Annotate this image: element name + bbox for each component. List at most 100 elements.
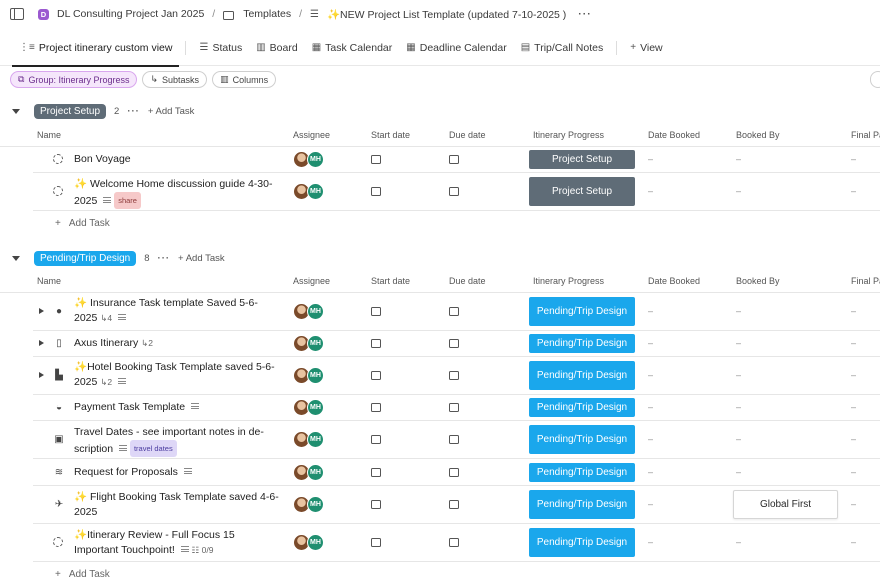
col-final-payment[interactable]: Final Pa xyxy=(851,276,880,286)
circle-status-icon[interactable] xyxy=(53,537,63,547)
start-date-icon[interactable] xyxy=(371,187,381,196)
booked-by-value[interactable]: Global First xyxy=(733,490,838,519)
date-booked-value[interactable]: – xyxy=(648,499,653,509)
assignee-avatars[interactable]: MH xyxy=(293,151,327,168)
start-date-icon[interactable] xyxy=(371,538,381,547)
tag-travel-dates[interactable]: travel dates xyxy=(129,440,177,457)
expand-caret-icon[interactable] xyxy=(39,340,44,346)
add-task-row[interactable]: + Add Task xyxy=(55,218,110,229)
handshake-icon[interactable]: ≋ xyxy=(53,466,65,478)
booked-by-value[interactable]: – xyxy=(736,402,741,412)
assignee-avatars[interactable]: MH xyxy=(293,183,327,200)
final-payment-value[interactable]: – xyxy=(851,434,856,444)
col-booked-by[interactable]: Booked By xyxy=(736,130,780,140)
task-name[interactable]: ✨Hotel Booking Task Template saved 5-6-2… xyxy=(74,360,279,390)
final-payment-value[interactable]: – xyxy=(851,402,856,412)
due-date-icon[interactable] xyxy=(449,155,459,164)
col-start-date[interactable]: Start date xyxy=(371,276,410,286)
assignee-avatars[interactable]: MH xyxy=(293,367,327,384)
col-assignee[interactable]: Assignee xyxy=(293,130,330,140)
progress-badge[interactable]: Project Setup xyxy=(529,177,635,206)
table-row[interactable]: ✨ Welcome Home discussion guide 4-30-202… xyxy=(33,173,880,211)
progress-badge[interactable]: Pending/Trip Design xyxy=(529,463,635,482)
circle-status-icon[interactable] xyxy=(53,186,63,196)
group-options-icon[interactable]: ··· xyxy=(127,106,140,117)
progress-badge[interactable]: Pending/Trip Design xyxy=(529,334,635,353)
booked-by-value[interactable]: – xyxy=(736,434,741,444)
group-by-chip[interactable]: ⧉ Group: Itinerary Progress xyxy=(10,71,138,88)
collapse-caret-icon[interactable] xyxy=(12,109,20,114)
col-date-booked[interactable]: Date Booked xyxy=(648,276,700,286)
subtasks-chip[interactable]: ↳ Subtasks xyxy=(142,71,208,88)
expand-caret-icon[interactable] xyxy=(39,372,44,378)
booked-by-value[interactable]: – xyxy=(736,306,741,316)
start-date-icon[interactable] xyxy=(371,500,381,509)
subtask-count[interactable]: ↳2 xyxy=(100,377,112,387)
progress-badge[interactable]: Pending/Trip Design xyxy=(529,425,635,454)
task-name[interactable]: Axus Itinerary ↳2 xyxy=(74,336,279,351)
table-row[interactable]: ▙ ✨Hotel Booking Task Template saved 5-6… xyxy=(33,357,880,395)
tab-trip-call-notes[interactable]: ▤ Trip/Call Notes xyxy=(514,30,611,66)
date-booked-value[interactable]: – xyxy=(648,537,653,547)
assignee-avatars[interactable]: MH xyxy=(293,496,327,513)
progress-badge[interactable]: Pending/Trip Design xyxy=(529,398,635,417)
tab-task-calendar[interactable]: ▦ Task Calendar xyxy=(305,30,400,66)
start-date-icon[interactable] xyxy=(371,307,381,316)
subtask-count[interactable]: ↳2 xyxy=(141,338,153,348)
date-booked-value[interactable]: – xyxy=(648,467,653,477)
final-payment-value[interactable]: – xyxy=(851,467,856,477)
final-payment-value[interactable]: – xyxy=(851,370,856,380)
col-itinerary-progress[interactable]: Itinerary Progress xyxy=(533,276,604,286)
phone-icon[interactable]: ▯ xyxy=(53,337,65,349)
due-date-icon[interactable] xyxy=(449,538,459,547)
start-date-icon[interactable] xyxy=(371,468,381,477)
expand-caret-icon[interactable] xyxy=(39,308,44,314)
assignee-avatars[interactable]: MH xyxy=(293,431,327,448)
assignee-avatars[interactable]: MH xyxy=(293,399,327,416)
date-booked-value[interactable]: – xyxy=(648,338,653,348)
due-date-icon[interactable] xyxy=(449,500,459,509)
final-payment-value[interactable]: – xyxy=(851,154,856,164)
due-date-icon[interactable] xyxy=(449,403,459,412)
col-name[interactable]: Name xyxy=(37,276,61,286)
tab-status[interactable]: ☰ Status xyxy=(192,30,249,66)
final-payment-value[interactable]: – xyxy=(851,499,856,509)
progress-badge[interactable]: Project Setup xyxy=(529,150,635,169)
progress-badge[interactable]: Pending/Trip Design xyxy=(529,528,635,557)
tab-deadline-calendar[interactable]: ▦ Deadline Calendar xyxy=(399,30,513,66)
subtask-count[interactable]: ↳4 xyxy=(100,313,112,323)
breadcrumb-folder[interactable]: Templates xyxy=(243,8,291,20)
col-date-booked[interactable]: Date Booked xyxy=(648,130,700,140)
assignee-avatars[interactable]: MH xyxy=(293,303,327,320)
checklist-count[interactable]: ☷ 0/9 xyxy=(192,545,214,555)
date-booked-value[interactable]: – xyxy=(648,186,653,196)
col-booked-by[interactable]: Booked By xyxy=(736,276,780,286)
booked-by-value[interactable]: – xyxy=(736,154,741,164)
date-booked-value[interactable]: – xyxy=(648,370,653,380)
col-due-date[interactable]: Due date xyxy=(449,130,486,140)
table-row[interactable]: ✈ ✨ Flight Booking Task Template saved 4… xyxy=(33,486,880,524)
collapse-caret-icon[interactable] xyxy=(12,256,20,261)
table-row[interactable]: ▯ Axus Itinerary ↳2 MH Pending/Trip Desi… xyxy=(33,331,880,357)
col-start-date[interactable]: Start date xyxy=(371,130,410,140)
booked-by-value[interactable]: – xyxy=(736,467,741,477)
task-name[interactable]: ✨Itinerary Review - Full Focus 15 Import… xyxy=(74,528,279,558)
col-assignee[interactable]: Assignee xyxy=(293,276,330,286)
due-date-icon[interactable] xyxy=(449,468,459,477)
table-row[interactable]: ≋ Request for Proposals MH Pending/Trip … xyxy=(33,459,880,486)
progress-badge[interactable]: Pending/Trip Design xyxy=(529,297,635,326)
col-itinerary-progress[interactable]: Itinerary Progress xyxy=(533,130,604,140)
final-payment-value[interactable]: – xyxy=(851,306,856,316)
payment-icon[interactable]: ◒ xyxy=(53,401,65,413)
plane-icon[interactable]: ✈ xyxy=(53,498,65,510)
table-row[interactable]: ✨Itinerary Review - Full Focus 15 Import… xyxy=(33,524,880,562)
booked-by-value[interactable]: – xyxy=(736,186,741,196)
add-task-row[interactable]: + Add Task xyxy=(55,569,110,580)
apple-icon[interactable]: ● xyxy=(53,305,65,317)
group-options-icon[interactable]: ··· xyxy=(158,253,171,264)
table-row[interactable]: ▣ Travel Dates - see important notes in … xyxy=(33,421,880,459)
table-row[interactable]: ● ✨ Insurance Task template Saved 5-6-20… xyxy=(33,293,880,331)
task-name[interactable]: Bon Voyage xyxy=(74,152,279,167)
sidebar-toggle-icon[interactable] xyxy=(10,8,24,20)
task-name[interactable]: Request for Proposals xyxy=(74,465,279,480)
